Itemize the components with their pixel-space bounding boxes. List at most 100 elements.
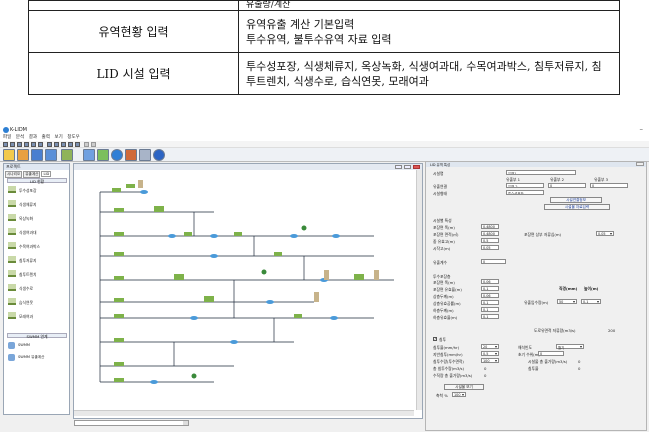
- table-icon[interactable]: [68, 142, 73, 147]
- runoff-coef-field[interactable]: 0: [481, 259, 506, 264]
- swmm-runoff-icon: [8, 354, 15, 361]
- swmm-item[interactable]: SWMM: [8, 341, 68, 351]
- green-roof-icon[interactable]: [97, 149, 109, 161]
- facility-name-field[interactable]: 유역1: [506, 170, 576, 175]
- outlet-3-field[interactable]: 0: [590, 183, 628, 188]
- field-input[interactable]: 0.06: [481, 293, 499, 298]
- minimize-window-button[interactable]: [395, 165, 402, 169]
- facility-data-button[interactable]: 시설물 자료입력: [544, 204, 610, 210]
- copy-icon[interactable]: [38, 142, 43, 147]
- drain-diameter-select[interactable]: 50: [557, 299, 577, 304]
- property-panel-title: LID 유역 특성: [426, 162, 646, 167]
- lid-layout-icon[interactable]: [61, 149, 73, 161]
- view-facility-button[interactable]: 시설물 보기: [444, 384, 484, 390]
- infiltration-checkbox[interactable]: ✓: [433, 337, 437, 341]
- field-input[interactable]: 0.1: [481, 300, 499, 305]
- field-input[interactable]: 0.1: [481, 314, 499, 319]
- close-icon[interactable]: [636, 162, 644, 166]
- infiltration-basin-icon: [8, 256, 16, 263]
- chart-icon[interactable]: [75, 142, 80, 147]
- infil-select[interactable]: 0.5: [481, 351, 499, 356]
- save-as-icon[interactable]: [45, 149, 57, 161]
- menu-window[interactable]: 창도우: [67, 134, 79, 140]
- print-icon[interactable]: [24, 142, 29, 147]
- lid-network-canvas[interactable]: [74, 170, 416, 410]
- field-input[interactable]: 0.05: [481, 245, 499, 250]
- field-input[interactable]: 0.1: [481, 307, 499, 312]
- upper-storage-label: 포장면 상부 저류심(m): [524, 232, 562, 237]
- field-input[interactable]: 0.4800: [481, 231, 499, 236]
- lid-item[interactable]: 식생체류지: [8, 199, 68, 209]
- lid-item-label: 식생체류지: [19, 202, 37, 207]
- lid-item[interactable]: 식생수로: [8, 283, 68, 293]
- layer-select[interactable]: [74, 420, 189, 426]
- extra-value: 0: [578, 366, 581, 371]
- run-icon[interactable]: [111, 149, 123, 161]
- chevron-down-icon[interactable]: [183, 421, 188, 425]
- result-icon[interactable]: [125, 149, 137, 161]
- lid-item[interactable]: 식생여과대: [8, 227, 68, 237]
- infil-select[interactable]: 20: [481, 344, 499, 349]
- cut-icon[interactable]: [31, 142, 36, 147]
- tab-lid[interactable]: LID: [41, 171, 52, 177]
- menu-result[interactable]: 결과: [29, 134, 37, 140]
- report-icon[interactable]: [139, 149, 151, 161]
- open-folder-icon[interactable]: [10, 142, 15, 147]
- connect-info-button[interactable]: 시설연결정보: [550, 197, 602, 203]
- new-project-icon[interactable]: [3, 149, 15, 161]
- extra-field[interactable]: 0: [538, 351, 564, 356]
- drain-height-select[interactable]: 0.1: [581, 299, 601, 304]
- scale-select[interactable]: 100: [452, 392, 466, 397]
- table-row-label: 유역현황 입력: [28, 10, 239, 53]
- new-file-icon[interactable]: [3, 142, 8, 147]
- bioretention-icon: [8, 200, 16, 207]
- grid-icon[interactable]: [61, 142, 66, 147]
- horizontal-scrollbar[interactable]: [74, 410, 414, 416]
- field-input[interactable]: 0.1: [481, 286, 499, 291]
- maximize-window-button[interactable]: [404, 165, 411, 169]
- minimize-button[interactable]: –: [640, 125, 644, 133]
- lid-item[interactable]: 습식연못: [8, 297, 68, 307]
- globe-icon[interactable]: [153, 149, 165, 161]
- menu-view[interactable]: 보기: [55, 134, 63, 140]
- close-window-button[interactable]: [413, 165, 420, 169]
- main-toolbar: [0, 148, 649, 162]
- field-label: 포장면 유효율(m): [433, 287, 462, 292]
- vertical-scrollbar[interactable]: [416, 170, 422, 410]
- menu-output[interactable]: 출력: [42, 134, 50, 140]
- field-input[interactable]: 0.06: [481, 279, 499, 284]
- zoom-in-icon[interactable]: [47, 142, 52, 147]
- lid-item[interactable]: 투수성포장: [8, 185, 68, 195]
- open-project-icon[interactable]: [17, 149, 29, 161]
- field-input[interactable]: 0.5: [481, 238, 499, 243]
- lid-item[interactable]: 옥상녹화: [8, 213, 68, 223]
- save-icon[interactable]: [17, 142, 22, 147]
- outlet-2-field[interactable]: 0: [548, 183, 586, 188]
- lid-item-label: 옥상녹화: [19, 216, 33, 221]
- lid-item-label: 식생여과대: [19, 230, 37, 235]
- field-label: 지반침투(mm/hr): [433, 352, 463, 357]
- zoom-out-icon[interactable]: [54, 142, 59, 147]
- field-input[interactable]: 0.4800: [481, 224, 499, 229]
- section-facility-label: 시설별 특성: [433, 218, 452, 223]
- period-select[interactable]: 월기: [556, 344, 584, 350]
- swmm-icon: [8, 342, 15, 349]
- lid-item[interactable]: 침투저류지: [8, 255, 68, 265]
- outlet-1-field[interactable]: 유역 2: [506, 183, 544, 188]
- swmm-item[interactable]: SWMM 유출계산: [8, 353, 68, 363]
- tab-scenario[interactable]: 시나리오: [5, 171, 23, 178]
- infil-select[interactable]: 100: [481, 358, 499, 363]
- lid-item[interactable]: 침투트렌치: [8, 269, 68, 279]
- menu-file[interactable]: 파일: [3, 134, 11, 140]
- basin-icon[interactable]: [83, 149, 95, 161]
- lid-item[interactable]: 수목여과박스: [8, 241, 68, 251]
- facility-type-field[interactable]: 투수성포장: [506, 190, 544, 195]
- tab-runoff[interactable]: 유출계산: [23, 171, 41, 178]
- title-bar: K-LIDM –: [0, 125, 649, 134]
- menu-analysis[interactable]: 분석: [16, 134, 24, 140]
- field-label: 수직량 총 출가량(m3/s): [433, 373, 473, 378]
- small-toolbar: [0, 141, 649, 148]
- save-project-icon[interactable]: [31, 149, 43, 161]
- lid-item[interactable]: 모래여과: [8, 311, 68, 321]
- upper-storage-select[interactable]: 0.05: [596, 231, 614, 236]
